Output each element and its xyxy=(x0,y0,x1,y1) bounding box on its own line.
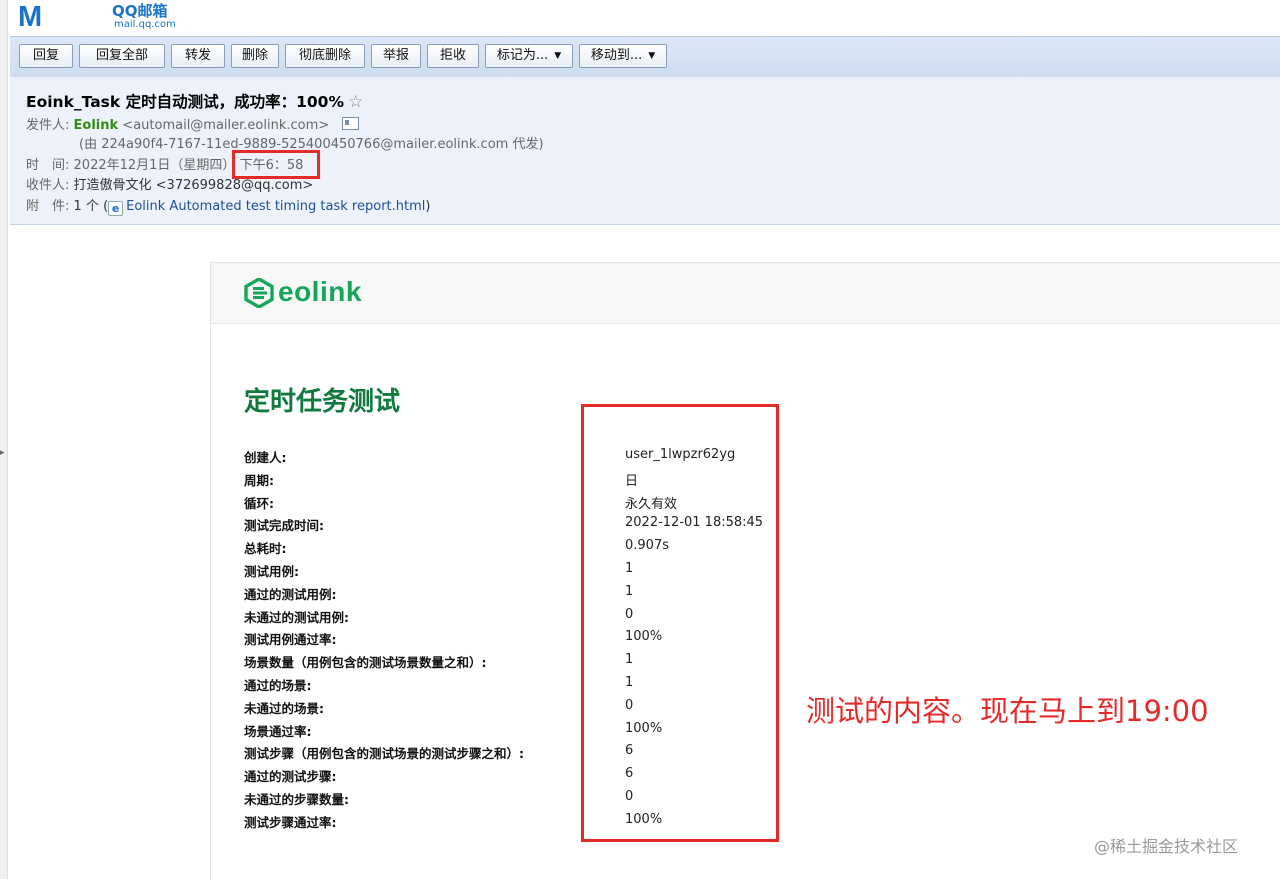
expand-arrow-icon[interactable]: ▸ xyxy=(0,449,5,458)
subject-text: Eoink_Task 定时自动测试，成功率：100% xyxy=(26,93,344,111)
mark-as-label: 标记为... xyxy=(496,48,549,63)
forward-button[interactable]: 转发 xyxy=(171,44,225,68)
logo-product-name: QQ邮箱 xyxy=(112,2,168,20)
row-label: 测试步骤通过率: xyxy=(244,815,337,830)
attachment-link[interactable]: Eolink Automated test timing task report… xyxy=(126,199,425,214)
top-bar: Mil QQ邮箱 mail.qq.com xyxy=(10,0,1280,92)
eolink-wordmark: eolink xyxy=(278,276,362,307)
attachment-label: 附 件: xyxy=(26,199,70,214)
sender-address: <automail@mailer.eolink.com> xyxy=(122,118,330,133)
chevron-down-icon: ▼ xyxy=(554,51,562,61)
row-label: 通过的场景: xyxy=(244,678,312,693)
report-spam-button[interactable]: 举报 xyxy=(371,44,421,68)
mail-toolbar: 回复 回复全部 转发 删除 彻底删除 举报 拒收 标记为... ▼ 移动到... ▼ xyxy=(10,36,1280,78)
attachment-line: 附 件: 1 个 (e Eolink Automated test timing … xyxy=(26,198,430,216)
reject-sender-button[interactable]: 拒收 xyxy=(427,44,479,68)
sender-label: 发件人: xyxy=(26,118,70,133)
row-label: 测试步骤（用例包含的测试场景的测试步骤之和）: xyxy=(244,746,524,761)
sent-date: 2022年12月1日（星期四） xyxy=(73,158,236,173)
row-label: 循环: xyxy=(244,496,274,511)
row-label: 周期: xyxy=(244,473,274,488)
report-header: eolink xyxy=(211,263,1280,324)
move-to-dropdown[interactable]: 移动到... ▼ xyxy=(579,44,667,68)
delete-permanently-button[interactable]: 彻底删除 xyxy=(285,44,365,68)
logo-domain: mail.qq.com xyxy=(114,19,176,30)
email-header: Eoink_Task 定时自动测试，成功率：100% ☆ 发件人: Eolink … xyxy=(10,77,1280,225)
left-panel-edge xyxy=(0,0,8,879)
reply-all-button[interactable]: 回复全部 xyxy=(79,44,165,68)
annotation-text: 测试的内容。现在马上到19:00 xyxy=(806,694,1209,728)
email-subject: Eoink_Task 定时自动测试，成功率：100% ☆ xyxy=(26,90,363,112)
contact-card-icon[interactable] xyxy=(342,117,360,130)
row-label: 创建人: xyxy=(244,450,287,465)
mark-as-dropdown[interactable]: 标记为... ▼ xyxy=(485,44,573,68)
row-label: 总耗时: xyxy=(244,541,287,556)
reply-button[interactable]: 回复 xyxy=(19,44,73,68)
row-label: 通过的测试用例: xyxy=(244,587,337,602)
eolink-mark-icon xyxy=(244,278,274,308)
recipient[interactable]: 打造傲骨文化 <372699828@qq.com> xyxy=(74,178,314,193)
sender-line: 发件人: Eolink <automail@mailer.eolink.com> xyxy=(26,117,360,135)
row-label: 测试用例: xyxy=(244,564,299,579)
chevron-down-icon: ▼ xyxy=(648,51,656,61)
star-icon[interactable]: ☆ xyxy=(348,92,363,112)
watermark: @稀土掘金技术社区 xyxy=(1094,837,1239,856)
row-label: 未通过的场景: xyxy=(244,701,324,716)
html-file-icon: e xyxy=(108,201,124,216)
attachment-close: ) xyxy=(425,199,431,214)
highlight-box-values xyxy=(581,404,779,842)
delete-button[interactable]: 删除 xyxy=(231,44,279,68)
row-label: 场景通过率: xyxy=(244,724,312,739)
recipient-label: 收件人: xyxy=(26,178,70,193)
row-label: 场景数量（用例包含的测试场景数量之和）: xyxy=(244,655,487,670)
move-to-label: 移动到... xyxy=(590,48,643,63)
time-label: 时 间: xyxy=(26,158,70,173)
recipient-line: 收件人: 打造傲骨文化 <372699828@qq.com> xyxy=(26,177,313,195)
row-label: 未通过的测试用例: xyxy=(244,610,349,625)
sender-name[interactable]: Eolink xyxy=(74,118,119,133)
row-label: 测试完成时间: xyxy=(244,518,324,533)
report-title: 定时任务测试 xyxy=(244,387,401,417)
attachment-count: 1 个 ( xyxy=(73,199,109,214)
highlight-box-time xyxy=(232,150,320,179)
row-label: 通过的测试步骤: xyxy=(244,769,337,784)
row-label: 测试用例通过率: xyxy=(244,632,337,647)
row-label: 未通过的步骤数量: xyxy=(244,792,349,807)
